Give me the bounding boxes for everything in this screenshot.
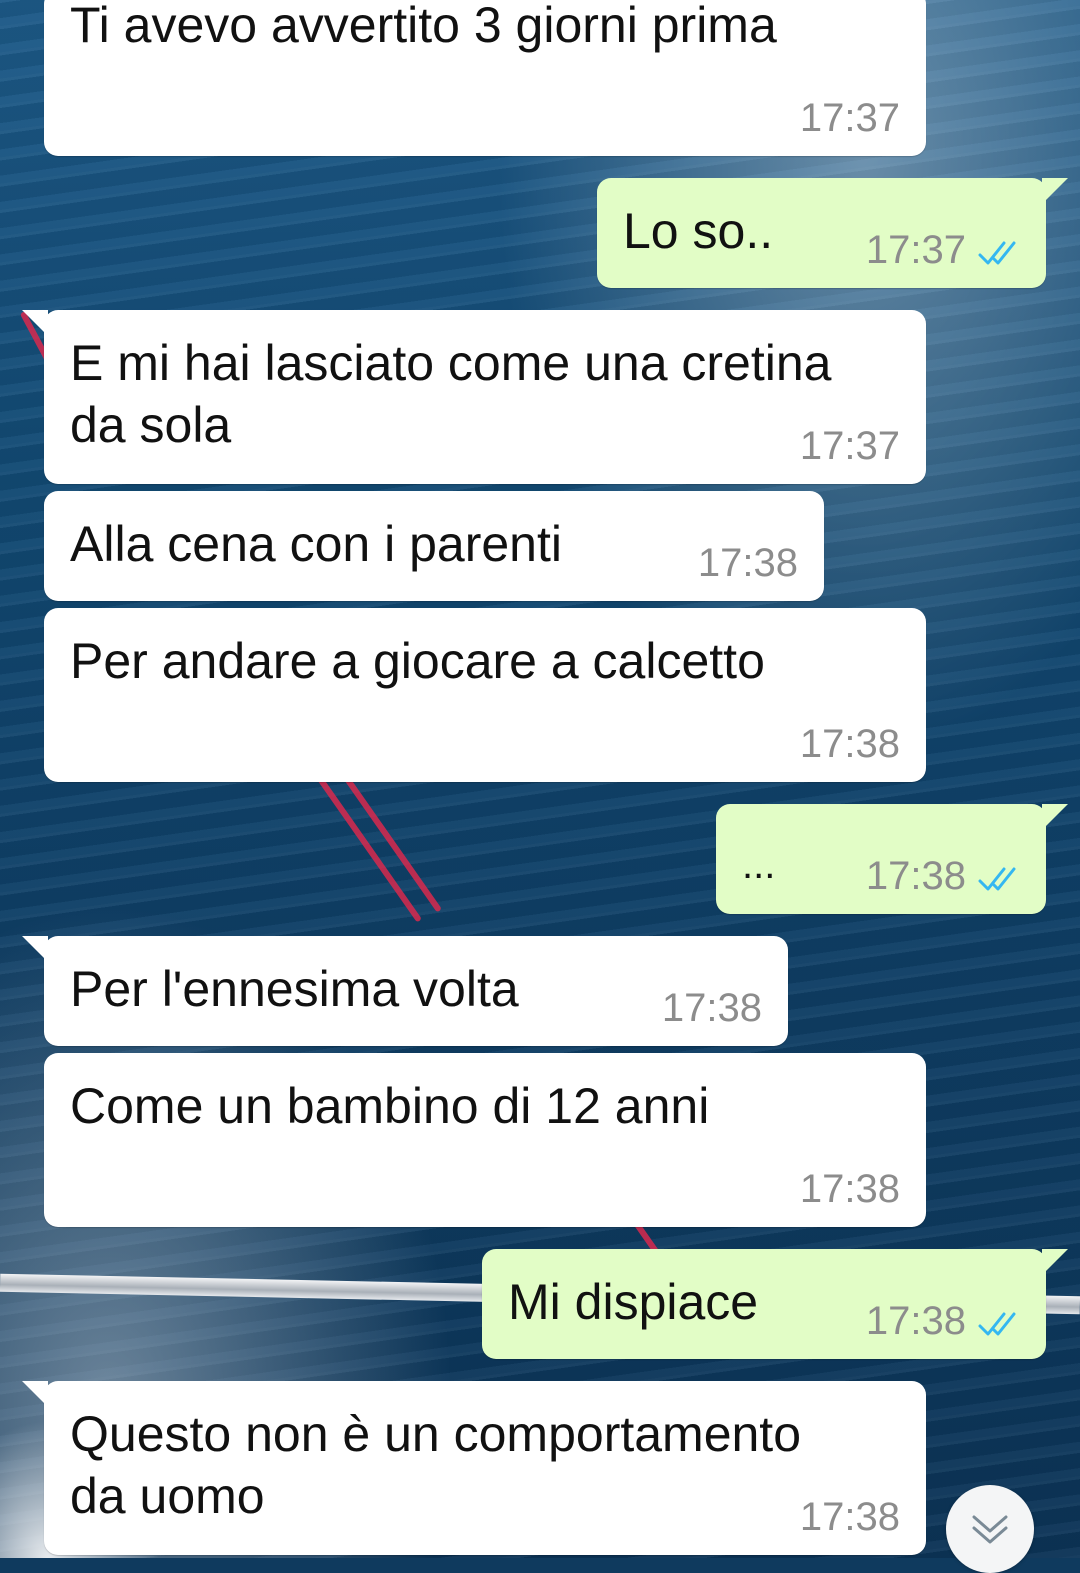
- incoming-message[interactable]: E mi hai lasciato come una cretina da so…: [22, 310, 926, 484]
- message-text: Ti avevo avvertito 3 giorni prima: [70, 0, 777, 53]
- incoming-message[interactable]: Questo non è un comportamento da uomo 17…: [22, 1381, 926, 1555]
- message-text: Mi dispiace: [508, 1274, 759, 1330]
- message-text: Per andare a giocare a calcetto: [70, 633, 765, 689]
- message-text: E mi hai lasciato come una cretina da so…: [70, 335, 832, 453]
- message-time: 17:38: [865, 1299, 966, 1343]
- outgoing-message[interactable]: Mi dispiace 17:38: [482, 1249, 1068, 1359]
- message-time: 17:38: [799, 722, 900, 766]
- message-text: ...: [742, 843, 776, 887]
- incoming-message[interactable]: Ti avevo avvertito 3 giorni prima 17:37: [44, 0, 926, 156]
- message-text: Per l'ennesima volta: [70, 961, 519, 1017]
- double-check-read-icon: [978, 1312, 1016, 1336]
- outgoing-message[interactable]: Lo so.. 17:37: [597, 178, 1068, 288]
- double-chevron-down-icon: [972, 1515, 1008, 1544]
- message-time: 17:37: [799, 424, 900, 468]
- message-text: Alla cena con i parenti: [70, 516, 562, 572]
- scroll-to-bottom-button[interactable]: [946, 1485, 1034, 1573]
- incoming-message[interactable]: Alla cena con i parenti 17:38: [44, 491, 824, 601]
- message-text: Come un bambino di 12 anni: [70, 1078, 710, 1134]
- message-time: 17:37: [865, 228, 966, 272]
- message-time: 17:38: [865, 854, 966, 898]
- message-time: 17:38: [661, 986, 762, 1030]
- double-check-read-icon: [978, 867, 1016, 891]
- wallpaper-rope: [308, 763, 422, 923]
- incoming-message[interactable]: Per l'ennesima volta 17:38: [22, 936, 788, 1046]
- double-check-read-icon: [978, 241, 1016, 265]
- outgoing-message[interactable]: ... 17:38: [716, 804, 1068, 914]
- message-time: 17:38: [697, 541, 798, 585]
- incoming-message[interactable]: Come un bambino di 12 anni 17:38: [44, 1053, 926, 1227]
- message-text: Questo non è un comportamento da uomo: [70, 1406, 802, 1524]
- incoming-message[interactable]: Per andare a giocare a calcetto 17:38: [44, 608, 926, 782]
- message-text: Lo so..: [623, 203, 774, 259]
- message-time: 17:38: [799, 1167, 900, 1211]
- message-time: 17:37: [799, 96, 900, 140]
- message-time: 17:38: [799, 1495, 900, 1539]
